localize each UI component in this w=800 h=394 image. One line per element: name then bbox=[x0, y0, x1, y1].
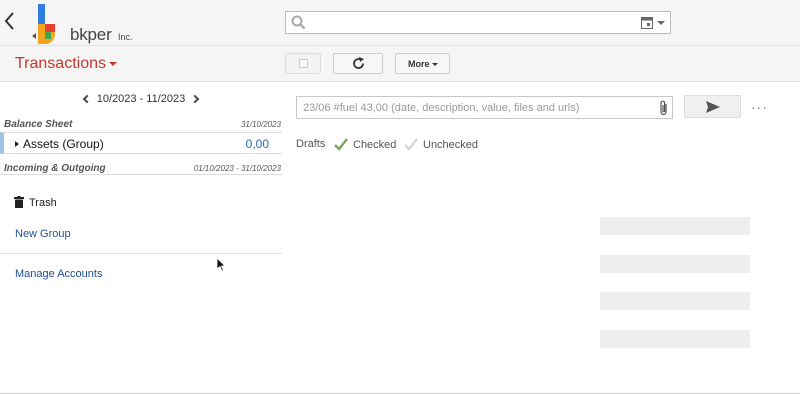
entry-placeholder: 23/06 #fuel 43,00 (date, description, va… bbox=[303, 102, 580, 114]
trash-link[interactable]: Trash bbox=[14, 196, 57, 209]
divider bbox=[0, 253, 282, 254]
logo-text: bkper bbox=[70, 25, 112, 44]
select-all-checkbox[interactable] bbox=[285, 53, 321, 74]
manage-accounts-link[interactable]: Manage Accounts bbox=[15, 268, 102, 280]
transaction-entry-input[interactable]: 23/06 #fuel 43,00 (date, description, va… bbox=[296, 96, 673, 119]
more-button[interactable]: More bbox=[395, 53, 450, 74]
group-header-incoming-outgoing: Incoming & Outgoing 01/10/2023 - 31/10/2… bbox=[0, 163, 282, 177]
sidebar-header: Transactions bbox=[0, 46, 282, 82]
group-date: 31/10/2023 bbox=[240, 120, 281, 129]
more-options-icon[interactable]: ··· bbox=[751, 99, 768, 115]
loading-placeholder bbox=[600, 292, 750, 310]
search-input[interactable] bbox=[285, 11, 671, 34]
expand-triangle-icon[interactable] bbox=[15, 141, 19, 147]
previous-period-icon[interactable] bbox=[82, 94, 91, 104]
loading-placeholder bbox=[600, 217, 750, 235]
logo-mark-icon bbox=[32, 4, 55, 44]
top-bar: bkper Inc. bbox=[0, 0, 800, 46]
account-name: Assets (Group) bbox=[23, 137, 104, 151]
filter-checked[interactable]: Checked bbox=[334, 138, 396, 151]
search-options-caret-icon[interactable] bbox=[657, 21, 665, 25]
trash-icon bbox=[14, 196, 24, 208]
refresh-button[interactable] bbox=[333, 53, 383, 74]
page-title[interactable]: Transactions bbox=[15, 55, 117, 73]
account-balance: 0,00 bbox=[245, 137, 269, 151]
back-icon[interactable] bbox=[2, 10, 18, 32]
period-selector: 10/2023 - 11/2023 bbox=[0, 93, 282, 105]
filter-drafts[interactable]: Drafts bbox=[296, 138, 325, 150]
filter-unchecked[interactable]: Unchecked bbox=[404, 138, 478, 151]
toolbar: More bbox=[282, 46, 800, 82]
checkmark-icon bbox=[404, 138, 418, 151]
main-area: Transactions More 10/2023 - 11/2023 Bala… bbox=[0, 46, 800, 394]
group-header-balance-sheet: Balance Sheet 31/10/2023 bbox=[0, 119, 282, 133]
new-group-link[interactable]: New Group bbox=[15, 228, 71, 240]
trash-label: Trash bbox=[29, 197, 57, 209]
page-title-label: Transactions bbox=[15, 55, 106, 72]
more-button-label: More bbox=[408, 59, 430, 69]
refresh-icon bbox=[353, 57, 364, 69]
logo-suffix: Inc. bbox=[118, 32, 133, 42]
group-date: 01/10/2023 - 31/10/2023 bbox=[193, 164, 281, 173]
period-label[interactable]: 10/2023 - 11/2023 bbox=[97, 93, 185, 105]
search-icon bbox=[291, 15, 306, 30]
filter-checked-label: Checked bbox=[353, 139, 397, 151]
calendar-icon[interactable] bbox=[641, 16, 653, 29]
next-period-icon[interactable] bbox=[191, 94, 200, 104]
chevron-down-icon bbox=[432, 63, 438, 66]
chevron-down-icon bbox=[109, 61, 117, 66]
bkper-logo[interactable]: bkper Inc. bbox=[30, 2, 140, 44]
cursor-icon bbox=[217, 258, 226, 272]
send-icon bbox=[706, 101, 720, 113]
send-button[interactable] bbox=[684, 95, 741, 118]
account-row[interactable]: Assets (Group) 0,00 bbox=[0, 132, 282, 154]
filter-unchecked-label: Unchecked bbox=[423, 139, 479, 151]
checkmark-icon bbox=[334, 138, 348, 151]
paperclip-icon[interactable] bbox=[659, 100, 669, 116]
group-name: Incoming & Outgoing bbox=[4, 163, 106, 174]
group-name: Balance Sheet bbox=[4, 119, 73, 130]
checkbox-icon bbox=[299, 59, 308, 68]
loading-placeholder bbox=[600, 255, 750, 273]
loading-placeholder bbox=[600, 330, 750, 348]
